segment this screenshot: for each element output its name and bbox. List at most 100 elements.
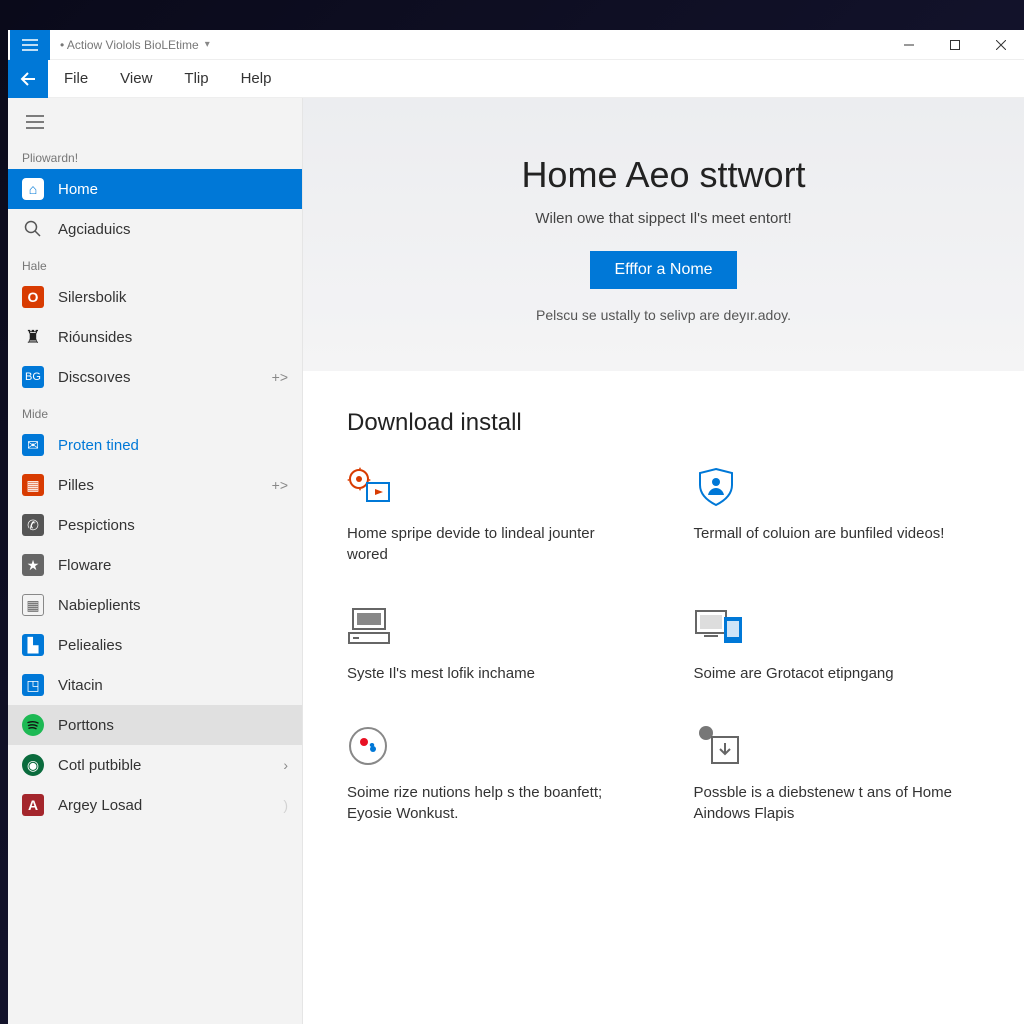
close-button[interactable] <box>978 30 1024 60</box>
shield-user-icon <box>694 465 981 509</box>
sidebar-item-label: Vitacin <box>58 677 103 694</box>
minimize-icon <box>904 40 914 50</box>
sidebar-item-label: Home <box>58 181 98 198</box>
chess-icon: ♜ <box>22 326 44 348</box>
sidebar-item-label: Rióunsides <box>58 329 132 346</box>
menu-view[interactable]: View <box>104 70 168 87</box>
sidebar-item-discsowes[interactable]: BG Discsoıves +> <box>8 357 302 397</box>
vitacin-icon: ◳ <box>22 674 44 696</box>
grid-icon: ▦ <box>22 594 44 616</box>
menubar: File View Tlip Help <box>8 60 1024 98</box>
sidebar-item-pilles[interactable]: ▦ Pilles +> <box>8 465 302 505</box>
back-button[interactable] <box>8 60 48 98</box>
window-title: • Actiow Violols BioLEtime <box>60 38 199 52</box>
sidebar-item-peliealies[interactable]: ▙ Peliealies <box>8 625 302 665</box>
sidebar-item-agciaduics[interactable]: Agciaduics <box>8 209 302 249</box>
card-termall[interactable]: Termall of coluion are bunfiled videos! <box>694 465 981 565</box>
maximize-icon <box>950 40 960 50</box>
search-icon <box>22 218 44 240</box>
sidebar-item-porttons[interactable]: Porttons <box>8 705 302 745</box>
section-heading: Download install <box>347 409 980 437</box>
sidebar-item-label: Cotl putbible <box>58 757 141 774</box>
sidebar-item-label: Argey Losad <box>58 797 142 814</box>
phone-icon: ✆ <box>22 514 44 536</box>
star-icon: ★ <box>22 554 44 576</box>
sidebar-item-pespictions[interactable]: ✆ Pespictions <box>8 505 302 545</box>
sidebar-item-label: Agciaduics <box>58 221 131 238</box>
download-section: Download install Home spri <box>303 371 1024 862</box>
maximize-button[interactable] <box>932 30 978 60</box>
discs-icon: BG <box>22 366 44 388</box>
title-dropdown-icon[interactable]: ▾ <box>205 39 210 50</box>
card-text: Syste Il's mest lofik inchame <box>347 663 634 684</box>
hamburger-icon <box>26 115 44 129</box>
sidebar-section-label: Hale <box>8 249 302 277</box>
office-icon: O <box>22 286 44 308</box>
sidebar-item-label: Peliealies <box>58 637 122 654</box>
titlebar: • Actiow Violols BioLEtime ▾ <box>8 30 1024 60</box>
sidebar-item-label: Floware <box>58 557 111 574</box>
minimize-button[interactable] <box>886 30 932 60</box>
window-controls <box>886 30 1024 60</box>
chevron-right-icon: ) <box>283 797 288 813</box>
sidebar-item-label: Proten tined <box>58 437 139 454</box>
hamburger-icon <box>22 39 38 51</box>
sidebar-item-label: Silersbolik <box>58 289 126 306</box>
sidebar-section-label: Pliowardn! <box>8 141 302 169</box>
sidebar-item-argey[interactable]: A Argey Losad ) <box>8 785 302 825</box>
health-circle-icon <box>347 724 634 768</box>
sidebar-item-riounsides[interactable]: ♜ Rióunsides <box>8 317 302 357</box>
sidebar-item-label: Porttons <box>58 717 114 734</box>
expand-icon: +> <box>272 477 288 493</box>
card-home-spripe[interactable]: Home spripe devide to lindeal jounter wo… <box>347 465 634 565</box>
menu-help[interactable]: Help <box>225 70 288 87</box>
body: Pliowardn! ⌂ Home Agciaduics Hale O Sile… <box>8 98 1024 1024</box>
card-text: Soime rize nutions help s the boanfett; … <box>347 782 634 824</box>
home-icon: ⌂ <box>22 178 44 200</box>
sidebar-item-nabieplients[interactable]: ▦ Nabieplients <box>8 585 302 625</box>
sidebar-item-label: Nabieplients <box>58 597 141 614</box>
sidebar: Pliowardn! ⌂ Home Agciaduics Hale O Sile… <box>8 98 303 1024</box>
close-icon <box>996 40 1006 50</box>
sidebar-item-codputbible[interactable]: ◉ Cotl putbible › <box>8 745 302 785</box>
main-content: Home Aeo sttwort Wilen owe that sippect … <box>303 98 1024 1024</box>
app-menu-button[interactable] <box>10 30 50 60</box>
card-soime-rize[interactable]: Soime rize nutions help s the boanfett; … <box>347 724 634 824</box>
hero-cta-button[interactable]: Efffor a Nome <box>590 251 736 289</box>
card-text: Soime are Grotacot etipngang <box>694 663 981 684</box>
gear-play-icon <box>347 465 634 509</box>
sidebar-item-label: Pespictions <box>58 517 135 534</box>
sidebar-item-silersbolik[interactable]: O Silersbolik <box>8 277 302 317</box>
pilles-icon: ▦ <box>22 474 44 496</box>
menu-file[interactable]: File <box>48 70 104 87</box>
app-window: • Actiow Violols BioLEtime ▾ File View T… <box>8 30 1024 1024</box>
hero-section: Home Aeo sttwort Wilen owe that sippect … <box>303 98 1024 371</box>
sidebar-item-label: Discsoıves <box>58 369 131 386</box>
sidebar-item-home[interactable]: ⌂ Home <box>8 169 302 209</box>
card-possble[interactable]: Possble is a diebstenew t ans of Home Ai… <box>694 724 981 824</box>
back-arrow-icon <box>20 72 36 86</box>
download-box-icon <box>694 724 981 768</box>
expand-icon: +> <box>272 369 288 385</box>
sidebar-item-label: Pilles <box>58 477 94 494</box>
page-title: Home Aeo sttwort <box>343 154 984 196</box>
sidebar-item-vitacin[interactable]: ◳ Vitacin <box>8 665 302 705</box>
card-soime-grotacot[interactable]: Soime are Grotacot etipngang <box>694 605 981 684</box>
sidebar-item-floware[interactable]: ★ Floware <box>8 545 302 585</box>
card-text: Termall of coluion are bunfiled videos! <box>694 523 981 544</box>
chevron-right-icon: › <box>283 757 288 773</box>
hero-subtitle: Wilen owe that sippect Il's meet entort! <box>343 210 984 227</box>
card-text: Possble is a diebstenew t ans of Home Ai… <box>694 782 981 824</box>
sidebar-section-label: Mide <box>8 397 302 425</box>
devices-icon <box>694 605 981 649</box>
globe-icon: ◉ <box>22 754 44 776</box>
card-syste[interactable]: Syste Il's mest lofik inchame <box>347 605 634 684</box>
mail-icon: ✉ <box>22 434 44 456</box>
menu-trip[interactable]: Tlip <box>168 70 224 87</box>
access-icon: A <box>22 794 44 816</box>
sidebar-toggle[interactable] <box>8 106 302 141</box>
computer-icon <box>347 605 634 649</box>
card-text: Home spripe devide to lindeal jounter wo… <box>347 523 634 565</box>
card-grid: Home spripe devide to lindeal jounter wo… <box>347 465 980 824</box>
sidebar-item-proten[interactable]: ✉ Proten tined <box>8 425 302 465</box>
